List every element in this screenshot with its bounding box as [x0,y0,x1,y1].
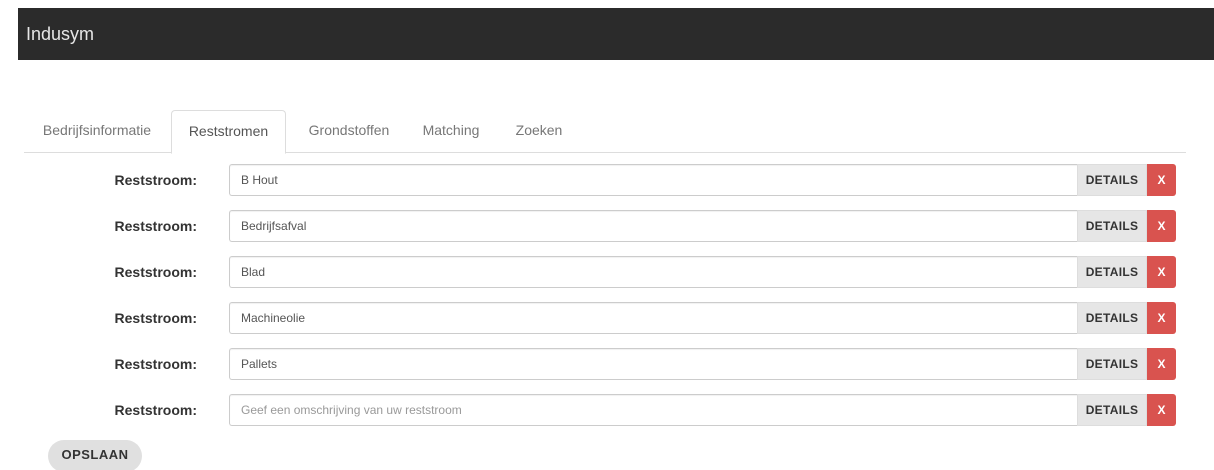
details-button[interactable]: DETAILS [1077,210,1147,242]
details-button[interactable]: DETAILS [1077,348,1147,380]
tab-grondstoffen[interactable]: Grondstoffen [289,110,409,153]
remove-button[interactable]: X [1147,210,1176,242]
reststroom-label: Reststroom: [114,172,197,188]
remove-button[interactable]: X [1147,394,1176,426]
details-button[interactable]: DETAILS [1077,164,1147,196]
reststroom-input[interactable] [229,210,1078,242]
remove-button[interactable]: X [1147,256,1176,288]
tab-matching[interactable]: Matching [411,110,491,153]
reststroom-input[interactable] [229,302,1078,334]
brand-link[interactable]: Indusym [26,23,94,45]
remove-button[interactable]: X [1147,348,1176,380]
reststroom-input[interactable] [229,164,1078,196]
reststroom-row: Reststroom: DETAILS X [24,256,1186,288]
details-button[interactable]: DETAILS [1077,302,1147,334]
reststroom-label: Reststroom: [114,218,197,234]
remove-button[interactable]: X [1147,302,1176,334]
reststroom-row: Reststroom: DETAILS X [24,210,1186,242]
reststroom-input[interactable] [229,394,1078,426]
reststroom-label: Reststroom: [114,356,197,372]
tab-reststromen[interactable]: Reststromen [171,110,286,154]
reststroom-input[interactable] [229,348,1078,380]
tab-zoeken[interactable]: Zoeken [499,110,579,153]
page: Indusym Bedrijfsinformatie Reststromen G… [0,0,1214,470]
remove-button[interactable]: X [1147,164,1176,196]
reststroom-label: Reststroom: [114,402,197,418]
reststroom-label: Reststroom: [114,264,197,280]
reststroom-row: Reststroom: DETAILS X [24,302,1186,334]
reststroom-row: Reststroom: DETAILS X [24,394,1186,426]
details-button[interactable]: DETAILS [1077,394,1147,426]
reststroom-row: Reststroom: DETAILS X [24,164,1186,196]
tab-bar: Bedrijfsinformatie Reststromen Grondstof… [24,110,1186,154]
details-button[interactable]: DETAILS [1077,256,1147,288]
reststroom-row: Reststroom: DETAILS X [24,348,1186,380]
reststroom-label: Reststroom: [114,310,197,326]
save-button[interactable]: OPSLAAN [48,440,142,470]
reststroom-input[interactable] [229,256,1078,288]
navbar: Indusym [18,8,1214,60]
tab-bedrijfsinformatie[interactable]: Bedrijfsinformatie [24,110,170,153]
